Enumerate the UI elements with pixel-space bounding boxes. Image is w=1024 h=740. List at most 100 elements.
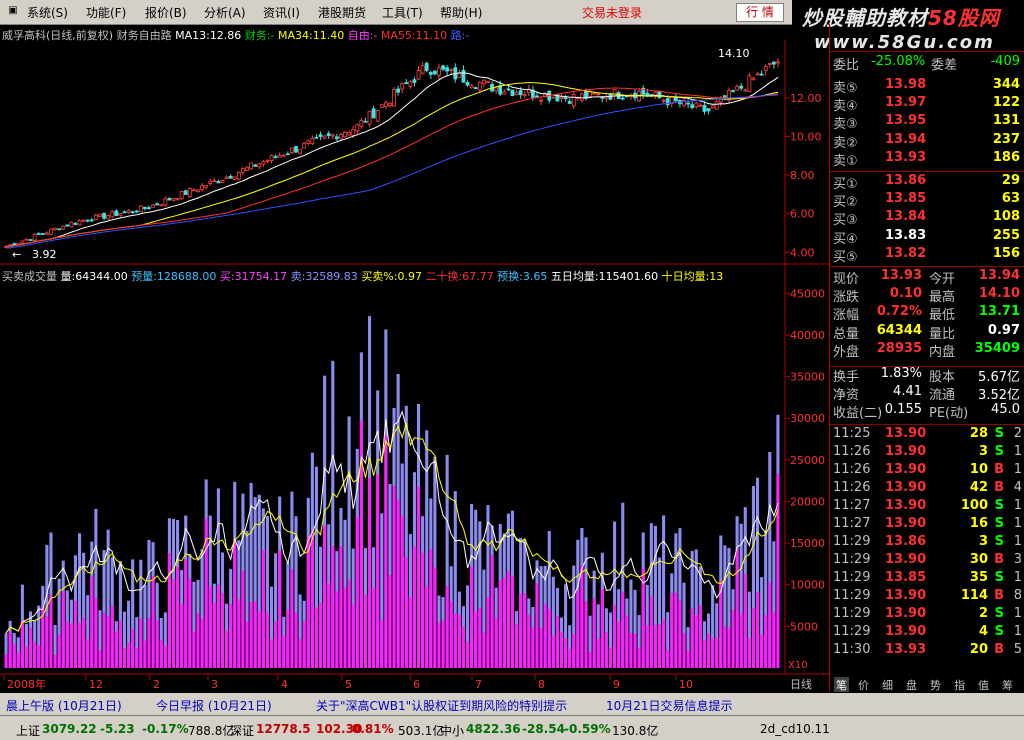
tick-row[interactable]: 11:29 13.90 2 S 1 [829, 606, 1024, 624]
tick-side: S [994, 534, 1004, 549]
volume-bar-buy [376, 474, 380, 668]
stat-row[interactable]: 总量 64344 量比 0.97 [829, 323, 1024, 342]
stat-value: 14.10 [978, 286, 1020, 302]
panel-tab[interactable]: 笔 [834, 677, 849, 692]
panel-tab[interactable]: 价 [858, 677, 869, 692]
price-tick-label: 12.00 [790, 92, 822, 105]
ask-row[interactable]: 卖③ 13.95 131 [829, 113, 1024, 132]
tick-row[interactable]: 11:27 13.90 100 S 1 [829, 498, 1024, 516]
bid-row[interactable]: 买① 13.86 29 [829, 173, 1024, 192]
tick-row[interactable]: 11:29 13.90 4 S 1 [829, 624, 1024, 642]
tick-time: 11:29 [833, 588, 871, 603]
bid-row[interactable]: 买③ 13.84 108 [829, 209, 1024, 228]
candle-body [224, 176, 229, 179]
tick-row[interactable]: 11:30 13.93 20 B 5 [829, 642, 1024, 660]
volume-bar-buy [220, 592, 225, 668]
chart-canvas[interactable]: 12.0010.008.006.004.00 45000400003500030… [0, 0, 829, 693]
candle-body [437, 67, 441, 76]
volume-bar-buy [747, 638, 751, 668]
candle-body [175, 198, 180, 201]
candle-body [388, 103, 392, 106]
candle-body [469, 85, 474, 89]
tick-row[interactable]: 11:25 13.90 28 S 2 [829, 426, 1024, 444]
panel-tab[interactable]: 势 [930, 677, 941, 692]
volume-bar-buy [723, 626, 727, 668]
bid-row[interactable]: 买② 13.85 63 [829, 191, 1024, 210]
news-item[interactable]: 今日早报 (10月21日) [156, 697, 272, 714]
stat-row[interactable]: 收益(二) 0.155 PE(动) 45.0 [829, 402, 1024, 421]
tick-row[interactable]: 11:26 13.90 3 S 1 [829, 444, 1024, 462]
ask-row[interactable]: 卖① 13.93 186 [829, 150, 1024, 169]
tick-row[interactable]: 11:29 13.85 35 S 1 [829, 570, 1024, 588]
candle-body [44, 232, 49, 235]
stat-row[interactable]: 现价 13.93 今开 13.94 [829, 268, 1024, 287]
candle-body [261, 161, 266, 165]
volume-bar-buy [249, 602, 253, 668]
ask-row[interactable]: 卖⑤ 13.98 344 [829, 77, 1024, 96]
volume-bar-buy [159, 640, 163, 668]
stat-value: 13.71 [978, 304, 1020, 320]
tick-time: 11:29 [833, 606, 871, 621]
ask-volume: 237 [992, 131, 1020, 147]
candle-body [363, 120, 368, 123]
candle-body [330, 134, 335, 137]
volume-bar-buy [625, 615, 629, 668]
stat-row[interactable]: 涨幅 0.72% 最低 13.71 [829, 304, 1024, 323]
stat-label: 最高 [929, 290, 956, 306]
candle-body [551, 96, 556, 99]
ask-row[interactable]: 卖② 13.94 237 [829, 131, 1024, 151]
volume-bar-buy [290, 569, 294, 668]
sh-index-name[interactable]: 上证 [16, 722, 40, 739]
bid-price: 13.86 [885, 173, 927, 188]
volume-bar-buy [339, 545, 343, 668]
tick-volume: 3 [978, 444, 988, 459]
candle-body [567, 101, 572, 104]
stat-value: 13.93 [880, 268, 922, 283]
volume-bar-buy [764, 614, 768, 668]
volume-bar-buy [90, 576, 94, 668]
stat-row[interactable]: 净资 4.41 流通 3.52亿 [829, 384, 1024, 403]
sh-index-change: -5.23 [100, 722, 135, 736]
zx-index-name[interactable]: 中小 [440, 722, 464, 739]
stat-value: 0.155 [884, 402, 922, 418]
panel-tab[interactable]: 值 [978, 677, 989, 692]
news-item[interactable]: 晨上午版 (10月21日) [6, 697, 122, 714]
tick-row[interactable]: 11:26 13.90 10 B 1 [829, 462, 1024, 480]
volume-bar-buy [486, 597, 490, 668]
panel-tab[interactable]: 筹 [1002, 677, 1013, 692]
volume-bar-buy [498, 580, 502, 668]
news-item[interactable]: 关于"深高CWB1"认股权证到期风险的特别提示 [316, 697, 567, 714]
tick-side: S [994, 516, 1004, 531]
news-item[interactable]: 10月21日交易信息提示 [606, 697, 733, 714]
candle-body [404, 82, 409, 85]
volume-bar-buy [335, 591, 339, 668]
tick-volume: 3 [978, 534, 988, 549]
volume-bar-buy [755, 591, 760, 668]
tick-row[interactable]: 11:26 13.90 42 B 4 [829, 480, 1024, 498]
ma-line-long [5, 94, 779, 249]
tick-row[interactable]: 11:27 13.90 16 S 1 [829, 516, 1024, 534]
candle-body [481, 79, 486, 85]
candle-body [163, 198, 168, 206]
news-bar: 晨上午版 (10月21日) 今日早报 (10月21日) 关于"深高CWB1"认股… [0, 693, 1024, 715]
bid-row[interactable]: 买④ 13.83 255 [829, 228, 1024, 247]
bid-row[interactable]: 买⑤ 13.82 156 [829, 246, 1024, 265]
volume-bar-buy [388, 574, 392, 668]
tick-row[interactable]: 11:29 13.90 114 B 8 [829, 588, 1024, 606]
tick-row[interactable]: 11:29 13.90 30 B 3 [829, 552, 1024, 570]
period-label[interactable]: 日线 [790, 677, 812, 691]
volume-bar-buy [8, 631, 12, 668]
sz-index-name[interactable]: 深证 [230, 722, 254, 739]
tick-volume: 100 [960, 498, 988, 513]
stat-row[interactable]: 外盘 28935 内盘 35409 [829, 341, 1024, 360]
candle-body [392, 89, 396, 107]
ask-row[interactable]: 卖④ 13.97 122 [829, 95, 1024, 114]
candle-body [81, 219, 86, 222]
panel-tab[interactable]: 细 [882, 677, 893, 692]
candle-body [428, 71, 433, 75]
stat-row[interactable]: 涨跌 0.10 最高 14.10 [829, 286, 1024, 306]
panel-tab[interactable]: 指 [954, 677, 965, 692]
stat-row[interactable]: 换手 1.83% 股本 5.67亿 [829, 366, 1024, 385]
panel-tab[interactable]: 盘 [906, 677, 917, 692]
tick-row[interactable]: 11:29 13.86 3 S 1 [829, 534, 1024, 552]
